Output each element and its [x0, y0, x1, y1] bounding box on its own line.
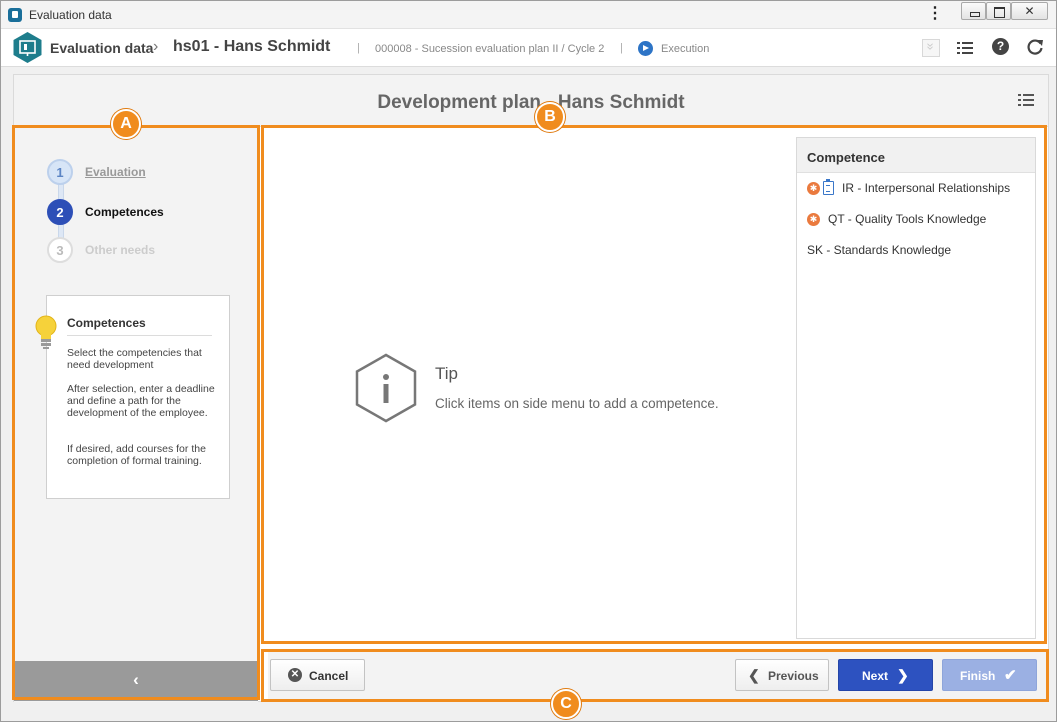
check-icon: ✔: [1004, 667, 1017, 684]
title-bar: Evaluation data ⋮ ✕: [1, 1, 1056, 29]
collapse-icon[interactable]: [922, 39, 940, 57]
close-icon: ✕: [1024, 4, 1035, 18]
competence-header: Competence: [797, 138, 1035, 173]
tip-title: Tip: [435, 364, 458, 383]
evaluation-plan-label: 000008 - Sucession evaluation plan II / …: [375, 43, 605, 55]
header-divider: |: [357, 42, 360, 54]
previous-label: Previous: [768, 669, 819, 683]
evaluation-logo-icon: [13, 32, 42, 63]
wizard-sidebar: 1 Evaluation 2 Competences 3 Other needs…: [14, 127, 258, 702]
cancel-icon: ✕: [288, 668, 302, 682]
record-title: hs01 - Hans Schmidt: [173, 38, 331, 55]
window-title: Evaluation data: [29, 8, 112, 22]
step-3-other-needs: Other needs: [85, 243, 156, 257]
tip-text: Click items on side menu to add a compet…: [435, 396, 719, 411]
close-button[interactable]: ✕: [1011, 2, 1048, 20]
chevron-left-icon: ❮: [748, 667, 760, 683]
lightbulb-icon: [35, 315, 57, 349]
info-divider: [67, 335, 212, 336]
more-options-icon[interactable]: ⋮: [927, 6, 943, 24]
play-icon: [638, 41, 653, 56]
cancel-button[interactable]: ✕ Cancel: [270, 659, 365, 691]
annotation-marker-a: A: [111, 109, 141, 139]
competence-list-panel: Competence IR - Interpersonal Relationsh…: [796, 137, 1036, 639]
annotation-marker-c: C: [551, 689, 581, 719]
competence-icon: [807, 182, 820, 195]
step-3-number: 3: [47, 237, 73, 263]
plan-title-bar: Development plan - Hans Schmidt: [14, 75, 1048, 127]
chevron-left-icon: ‹: [133, 670, 139, 689]
competence-header-label: Competence: [807, 150, 886, 165]
help-info-box: Competences Select the competencies that…: [46, 295, 230, 499]
development-plan-panel: Development plan - Hans Schmidt 1 Evalua…: [13, 74, 1049, 702]
status-label: Execution: [661, 43, 710, 55]
step-1-evaluation[interactable]: Evaluation: [85, 165, 146, 179]
info-icon: [355, 353, 417, 423]
header-divider: |: [620, 42, 623, 54]
clipboard-icon: [823, 179, 834, 195]
finish-label: Finish: [960, 669, 996, 683]
info-paragraph: Select the competencies that need develo…: [67, 347, 202, 371]
record-header: Evaluation data › hs01 - Hans Schmidt | …: [1, 29, 1056, 67]
list-icon[interactable]: [956, 39, 974, 57]
wizard-footer: ✕ Cancel ❮ Previous Next ❯ Finish ✔: [268, 649, 1048, 702]
refresh-icon[interactable]: [1026, 38, 1044, 56]
annotation-marker-b: B: [535, 102, 565, 132]
step-2-competences: Competences: [85, 205, 164, 219]
chevron-right-icon: ❯: [897, 667, 909, 683]
collapse-sidebar-button[interactable]: ‹: [14, 661, 258, 701]
finish-button[interactable]: Finish ✔: [942, 659, 1037, 691]
competence-label: SK - Standards Knowledge: [807, 243, 952, 257]
info-paragraph: If desired, add courses for the completi…: [67, 443, 206, 467]
application-window: Evaluation data ⋮ ✕ Evaluation data › hs…: [0, 0, 1057, 722]
competence-label: IR - Interpersonal Relationships: [842, 181, 1011, 195]
previous-button[interactable]: ❮ Previous: [735, 659, 829, 691]
minimize-button[interactable]: [961, 2, 986, 20]
main-content-area: Tip Click items on side menu to add a co…: [268, 127, 1048, 649]
next-label: Next: [862, 669, 889, 683]
maximize-button[interactable]: [986, 2, 1011, 20]
competence-label: QT - Quality Tools Knowledge: [828, 212, 987, 226]
page-title: Development plan - Hans Schmidt: [377, 92, 685, 113]
help-icon[interactable]: ?: [992, 38, 1009, 55]
app-icon: [8, 8, 22, 22]
next-button[interactable]: Next ❯: [838, 659, 933, 691]
breadcrumb-separator: ›: [153, 38, 159, 55]
list-icon[interactable]: [1018, 93, 1034, 107]
cancel-label: Cancel: [309, 669, 349, 683]
step-1-number[interactable]: 1: [47, 159, 73, 185]
breadcrumb-root[interactable]: Evaluation data: [50, 40, 153, 56]
competence-icon: [807, 213, 820, 226]
info-paragraph: After selection, enter a deadline and de…: [67, 383, 215, 419]
step-2-number: 2: [47, 199, 73, 225]
info-title: Competences: [67, 316, 146, 330]
